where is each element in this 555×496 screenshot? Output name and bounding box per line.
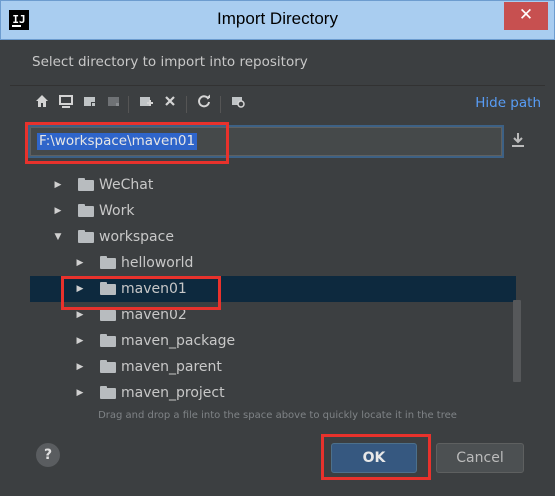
tree-item-label: helloworld bbox=[121, 255, 194, 271]
download-icon[interactable] bbox=[510, 132, 526, 150]
annotation-ok-highlight bbox=[321, 434, 431, 480]
cancel-button[interactable]: Cancel bbox=[436, 443, 524, 473]
tree-item-work[interactable]: ▶ Work bbox=[30, 198, 516, 224]
folder-icon bbox=[78, 204, 94, 217]
tree-item-workspace[interactable]: ▼ workspace bbox=[30, 224, 516, 250]
close-button[interactable]: ✕ bbox=[504, 2, 548, 30]
folder-icon bbox=[100, 360, 116, 373]
desktop-icon[interactable] bbox=[56, 94, 76, 114]
tree-item-maven-project[interactable]: ▶ maven_project bbox=[30, 380, 516, 406]
tree-item-label: maven_parent bbox=[121, 359, 222, 375]
folder-icon bbox=[78, 230, 94, 243]
annotation-maven01-highlight bbox=[61, 276, 221, 310]
expand-arrow-icon[interactable]: ▶ bbox=[52, 198, 64, 224]
new-folder-icon[interactable] bbox=[136, 94, 156, 114]
folder-icon bbox=[78, 178, 94, 191]
project-folder-icon[interactable] bbox=[80, 94, 100, 114]
module-folder-icon bbox=[104, 94, 124, 114]
window-title: Import Directory bbox=[217, 9, 338, 28]
home-icon[interactable] bbox=[32, 94, 52, 114]
folder-icon bbox=[100, 334, 116, 347]
title-bar: IJ Import Directory ✕ bbox=[0, 0, 555, 40]
tree-item-label: workspace bbox=[99, 229, 174, 245]
tree-item-label: maven_project bbox=[121, 385, 225, 401]
help-button[interactable]: ? bbox=[36, 443, 60, 467]
expand-arrow-icon[interactable]: ▶ bbox=[74, 354, 86, 380]
expand-arrow-icon[interactable]: ▶ bbox=[74, 328, 86, 354]
tree-item-helloworld[interactable]: ▶ helloworld bbox=[30, 250, 516, 276]
expand-arrow-icon[interactable]: ▶ bbox=[74, 380, 86, 406]
annotation-path-highlight bbox=[25, 122, 229, 164]
tree-item-label: WeChat bbox=[99, 177, 154, 193]
tree-item-wechat[interactable]: ▶ WeChat bbox=[30, 172, 516, 198]
collapse-arrow-icon[interactable]: ▼ bbox=[52, 224, 64, 250]
hide-path-link[interactable]: Hide path bbox=[475, 95, 541, 111]
expand-arrow-icon[interactable]: ▶ bbox=[74, 250, 86, 276]
tree-item-label: Work bbox=[99, 203, 135, 219]
folder-icon bbox=[100, 386, 116, 399]
folder-icon bbox=[100, 256, 116, 269]
delete-icon[interactable] bbox=[160, 94, 180, 114]
drag-drop-hint: Drag and drop a file into the space abov… bbox=[98, 410, 457, 421]
toolbar-separator bbox=[220, 96, 221, 113]
show-hidden-icon[interactable] bbox=[228, 94, 248, 114]
divider bbox=[10, 85, 545, 86]
tree-scrollbar[interactable] bbox=[513, 300, 521, 382]
expand-arrow-icon[interactable]: ▶ bbox=[52, 172, 64, 198]
tree-item-label: maven_package bbox=[121, 333, 236, 349]
refresh-icon[interactable] bbox=[194, 94, 214, 114]
tree-item-maven-package[interactable]: ▶ maven_package bbox=[30, 328, 516, 354]
tree-item-maven-parent[interactable]: ▶ maven_parent bbox=[30, 354, 516, 380]
toolbar-separator bbox=[186, 96, 187, 113]
toolbar-separator bbox=[128, 96, 129, 113]
folder-icon bbox=[100, 308, 116, 321]
dialog-prompt: Select directory to import into reposito… bbox=[32, 54, 308, 70]
